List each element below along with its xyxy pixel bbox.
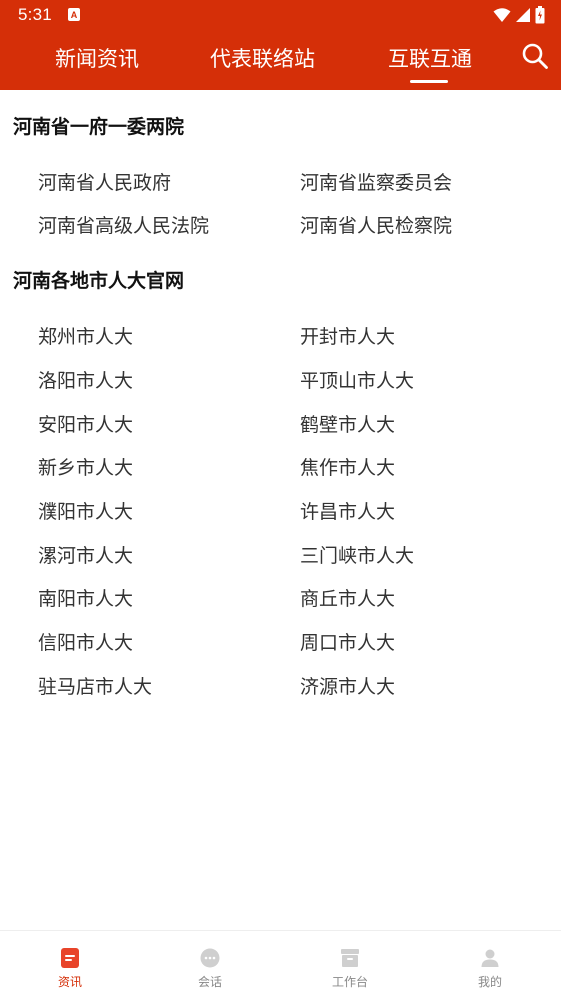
nav-label: 我的 [477,975,502,989]
search-button[interactable] [519,40,551,72]
nav-label: 会话 [197,975,222,989]
search-icon [522,43,548,69]
bottom-nav-bar: 资讯 会话 工作台 我的 [0,930,561,999]
link-item[interactable]: 河南省人民政府 [38,168,171,195]
active-tab-indicator [410,80,448,83]
nav-item-workbench[interactable]: 工作台 [280,931,420,999]
link-item[interactable]: 河南省高级人民法院 [38,211,209,238]
link-item[interactable]: 鹤壁市人大 [300,410,395,437]
link-item[interactable]: 济源市人大 [300,672,395,699]
status-icons [493,6,545,24]
battery-icon [535,6,545,24]
link-item[interactable]: 焦作市人大 [300,453,395,480]
link-item[interactable]: 南阳市人大 [38,584,133,611]
chat-icon [200,948,220,968]
link-item[interactable]: 新乡市人大 [38,453,133,480]
link-item[interactable]: 安阳市人大 [38,410,133,437]
nav-label: 资讯 [57,975,82,989]
section-title-city-npc: 河南各地市人大官网 [13,270,185,292]
link-item[interactable]: 周口市人大 [300,628,395,655]
link-item[interactable]: 商丘市人大 [300,584,395,611]
tab-news[interactable]: 新闻资讯 [55,38,139,78]
link-item[interactable]: 郑州市人大 [38,322,133,349]
link-item[interactable]: 洛阳市人大 [38,366,133,393]
nav-item-profile[interactable]: 我的 [420,931,560,999]
link-item[interactable]: 信阳市人大 [38,628,133,655]
nav-item-chat[interactable]: 会话 [140,931,280,999]
section-title-provincial: 河南省一府一委两院 [13,116,185,138]
nav-item-news[interactable]: 资讯 [0,931,140,999]
wifi-icon [493,8,511,22]
app-header: 5:31 A 新闻资讯 代表联络站 互联互通 [0,0,561,90]
link-item[interactable]: 驻马店市人大 [38,672,152,699]
user-icon [481,949,499,967]
link-item[interactable]: 开封市人大 [300,322,395,349]
link-item[interactable]: 河南省监察委员会 [300,168,452,195]
link-item[interactable]: 许昌市人大 [300,497,395,524]
link-item[interactable]: 河南省人民检察院 [300,211,452,238]
app-screen: 5:31 A 新闻资讯 代表联络站 互联互通 河南省一府一委两院 河南省人民政府… [0,0,561,999]
link-item[interactable]: 濮阳市人大 [38,497,133,524]
link-item[interactable]: 三门峡市人大 [300,541,414,568]
notification-badge-icon: A [68,8,80,21]
tab-representative-station[interactable]: 代表联络站 [210,38,315,78]
workbench-icon [341,949,359,967]
top-tab-bar: 新闻资讯 代表联络站 互联互通 [0,38,561,84]
status-time: 5:31 [18,5,52,24]
status-bar: 5:31 A [0,0,561,30]
news-icon [61,948,79,968]
tab-interconnect[interactable]: 互联互通 [388,38,472,78]
signal-icon [516,8,530,22]
link-item[interactable]: 平顶山市人大 [300,366,414,393]
nav-label: 工作台 [331,975,368,989]
link-item[interactable]: 漯河市人大 [38,541,133,568]
